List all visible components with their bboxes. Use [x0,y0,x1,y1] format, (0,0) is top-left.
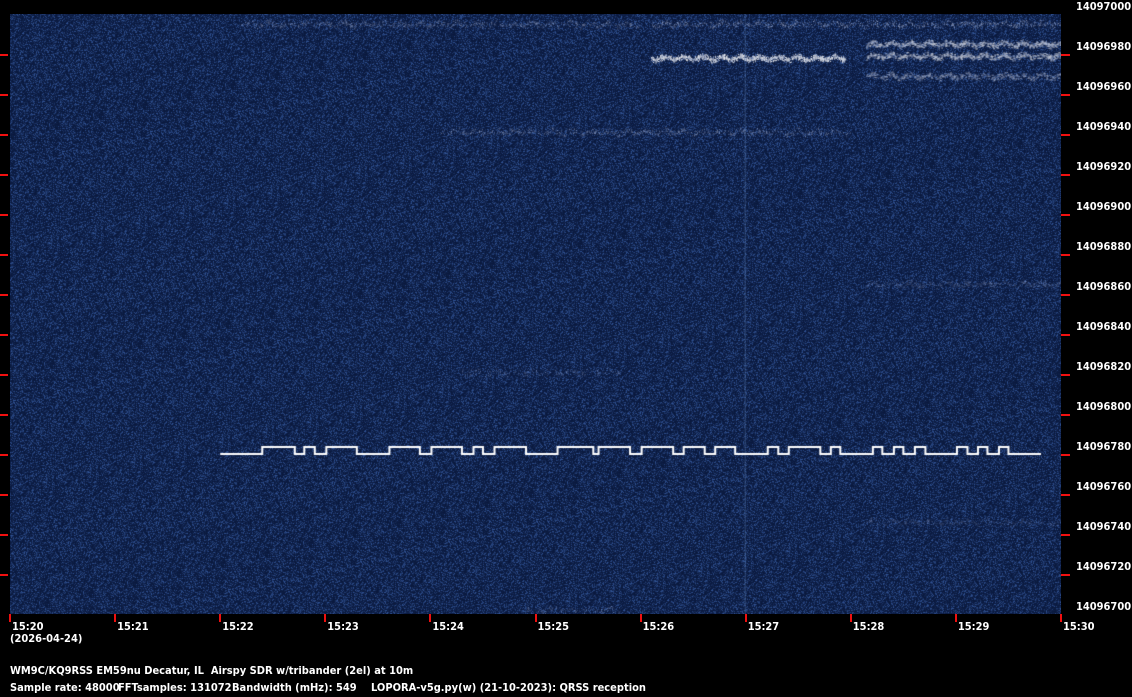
x-tick [534,614,537,622]
x-tick-label: 15:23 [327,620,359,633]
y-tick [0,294,8,296]
x-tick-label: 15:22 [222,620,254,633]
y-tick [1061,174,1070,176]
x-tick-label: 15:24 [432,620,464,633]
waterfall-canvas [10,14,1061,614]
date-label: (2026-04-24) [10,632,83,645]
y-tick-label: 14096700 [1076,600,1132,613]
y-tick-label: 14096960 [1076,80,1132,93]
x-tick [219,614,222,622]
y-tick-label: 14096720 [1076,560,1132,573]
bandwidth: Bandwidth (mHz): 549 [232,681,357,694]
spectrogram-plot [10,14,1061,614]
y-tick [1061,414,1070,416]
y-tick-label: 14096760 [1076,480,1132,493]
y-tick-label: 14096940 [1076,120,1132,133]
y-tick [1061,134,1070,136]
x-tick-label: 15:25 [537,620,570,633]
x-tick [954,614,957,622]
x-tick [114,614,117,622]
x-tick [744,614,747,622]
y-tick [0,254,8,256]
y-tick [1061,374,1070,376]
y-tick [0,574,8,576]
x-tick-label: 15:29 [957,620,990,633]
y-tick [1061,94,1070,96]
x-tick [1060,614,1062,622]
y-tick [1061,454,1070,456]
y-tick [0,374,8,376]
x-tick [324,614,327,622]
y-tick [0,454,8,456]
y-tick-label: 14096820 [1076,360,1132,373]
sample-rate: Sample rate: 48000 [10,681,120,694]
y-tick-label: 14096920 [1076,160,1132,173]
x-tick [849,614,852,622]
y-tick-label: 14096880 [1076,240,1132,253]
x-tick-label: 15:21 [117,620,149,633]
x-tick-label: 15:27 [747,620,780,633]
y-tick [0,214,8,216]
y-tick [0,534,8,536]
y-tick [1061,54,1070,56]
x-tick [429,614,432,622]
x-tick-label: 15:26 [642,620,675,633]
y-tick-label: 14096840 [1076,320,1132,333]
y-tick-label: 14096780 [1076,440,1132,453]
x-tick [639,614,642,622]
x-tick-label: 15:28 [852,620,885,633]
y-tick [1061,334,1070,336]
y-tick [1061,214,1070,216]
y-tick-label: 14096900 [1076,200,1132,213]
y-tick [0,414,8,416]
y-tick [1061,574,1070,576]
y-tick [0,54,8,56]
x-tick [9,614,11,622]
y-tick [0,94,8,96]
y-tick [0,134,8,136]
station-info: WM9C/KQ9RSS EM59nu Decatur, IL Airspy SD… [10,664,414,677]
fft-samples: FFTsamples: 131072 [118,681,232,694]
y-tick-label: 14096800 [1076,400,1132,413]
y-tick [0,494,8,496]
y-tick [1061,494,1070,496]
y-tick [1061,294,1070,296]
y-tick-label: 14096980 [1076,40,1132,53]
y-tick [1061,254,1070,256]
y-tick-label: 14096740 [1076,520,1132,533]
y-tick [1061,534,1070,536]
software-info: LOPORA-v5g.py(w) (21-10-2023): QRSS rece… [371,681,646,694]
y-tick [0,174,8,176]
y-tick-label: 14097000 [1076,0,1132,13]
y-tick [0,334,8,336]
x-tick-label: 15:30 [1063,620,1095,633]
y-tick-label: 14096860 [1076,280,1132,293]
